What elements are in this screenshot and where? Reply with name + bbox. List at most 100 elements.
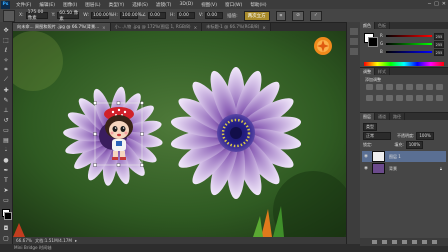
commit-transform-button[interactable]: ✓	[309, 10, 322, 21]
character-panel-icon[interactable]	[350, 48, 358, 55]
selective-color-icon[interactable]	[436, 95, 443, 101]
tab-untitled-doc[interactable]: 未标题-1 @ 66.7%(RGB/8) ×	[202, 23, 271, 31]
angle-field[interactable]: 0.00	[147, 12, 166, 19]
layer-kind-select[interactable]: 类型	[363, 122, 377, 131]
brightness-icon[interactable]	[366, 84, 373, 90]
close-tab-icon[interactable]: ×	[102, 25, 106, 30]
cancel-transform-button[interactable]: ⊘	[292, 10, 304, 21]
tab-color[interactable]: 颜色	[360, 22, 375, 29]
blur-tool-icon[interactable]: 💧︎	[2, 146, 10, 154]
tab-flower-doc[interactable]: 向未命... 周图和照片 .jpg @ 66.7%(背景... ×	[13, 23, 111, 31]
stamp-tool-icon[interactable]: ⊥	[2, 106, 10, 114]
mini-bridge-tab[interactable]: Mini Bridge 时间轴	[14, 245, 51, 251]
layer-style-icon[interactable]	[382, 240, 387, 244]
history-panel-icon[interactable]	[350, 28, 358, 35]
minimize-button[interactable]: ─	[428, 1, 431, 7]
exposure-icon[interactable]	[396, 84, 403, 90]
eraser-tool-icon[interactable]: ▭	[2, 126, 10, 134]
color-balance-icon[interactable]	[426, 84, 433, 90]
eye-icon[interactable]: ◉	[364, 154, 370, 159]
g-value[interactable]: 255	[434, 41, 444, 48]
color-spectrum[interactable]	[364, 62, 444, 66]
path-select-tool-icon[interactable]: ➤	[2, 186, 10, 194]
h-skew-field[interactable]: 0.00	[176, 12, 195, 19]
screen-mode-icon[interactable]: ▢	[2, 234, 10, 242]
bg-color-swatch[interactable]	[368, 37, 378, 47]
brush-tool-icon[interactable]: ✎	[2, 96, 10, 104]
quick-mask-icon[interactable]: ◘	[2, 224, 10, 232]
b-slider[interactable]	[386, 51, 432, 53]
layer-item-layer1[interactable]: ◉ 图层 1	[362, 151, 446, 162]
zoom-level[interactable]: 66.67%	[16, 238, 32, 243]
channel-mixer-icon[interactable]	[376, 95, 383, 101]
hue-saturation-icon[interactable]	[416, 84, 423, 90]
tab-character-doc[interactable]: 小...人物 .jpg @ 172%(图层 1, RGB/8) ×	[110, 23, 203, 31]
layer-item-background[interactable]: ◉ 背景 🔒︎	[362, 163, 446, 174]
background-color-swatch[interactable]	[4, 212, 12, 220]
eye-icon[interactable]: ◉	[364, 166, 370, 171]
tab-styles[interactable]: 样式	[375, 68, 390, 75]
add-mask-icon[interactable]	[392, 240, 397, 244]
h-field[interactable]: 100.00%	[119, 12, 142, 19]
pen-tool-icon[interactable]: ✒	[2, 166, 10, 174]
shape-tool-icon[interactable]: ▭	[2, 196, 10, 204]
gradient-tool-icon[interactable]: ▤	[2, 136, 10, 144]
tab-swatches[interactable]: 色板	[375, 22, 390, 29]
close-tab-icon[interactable]: ×	[262, 25, 266, 30]
color-lookup-icon[interactable]	[386, 95, 393, 101]
posterize-icon[interactable]	[406, 95, 413, 101]
delete-layer-icon[interactable]	[432, 240, 437, 244]
canvas-area[interactable]	[13, 31, 346, 237]
menu-window[interactable]: 窗口(W)	[225, 2, 242, 8]
r-value[interactable]: 255	[434, 33, 444, 40]
y-field[interactable]: 60.50 像素	[57, 11, 80, 22]
g-slider[interactable]	[386, 43, 432, 45]
history-brush-tool-icon[interactable]: ↺	[2, 116, 10, 124]
link-layers-icon[interactable]	[372, 240, 377, 244]
gradient-map-icon[interactable]	[426, 95, 433, 101]
blend-mode-select[interactable]: 正常	[363, 131, 391, 140]
marquee-tool-icon[interactable]: ⬚	[2, 36, 10, 44]
vibrance-icon[interactable]	[406, 84, 413, 90]
menu-image[interactable]: 图像(I)	[63, 2, 77, 8]
levels-icon[interactable]	[376, 84, 383, 90]
crop-tool-icon[interactable]: ⌗	[2, 66, 10, 74]
menu-select[interactable]: 选择(S)	[132, 2, 148, 8]
tab-channels[interactable]: 通道	[375, 113, 390, 120]
w-field[interactable]: 100.00%	[90, 12, 113, 19]
status-arrow-icon[interactable]: ▸	[75, 238, 77, 243]
menu-view[interactable]: 视图(V)	[201, 2, 217, 8]
curves-icon[interactable]	[386, 84, 393, 90]
new-layer-icon[interactable]	[422, 240, 427, 244]
maximize-button[interactable]: □	[434, 1, 439, 7]
threshold-icon[interactable]	[416, 95, 423, 101]
magic-wand-tool-icon[interactable]: ✧	[2, 56, 10, 64]
new-group-icon[interactable]	[412, 240, 417, 244]
healing-tool-icon[interactable]: ✚	[2, 86, 10, 94]
eyedropper-tool-icon[interactable]: ⟋	[2, 76, 10, 84]
move-tool-icon[interactable]: ✥	[2, 26, 10, 34]
transform-tool-icon[interactable]	[3, 9, 15, 22]
menu-3d[interactable]: 3D(D)	[179, 2, 193, 7]
r-slider[interactable]	[386, 35, 432, 37]
tab-layers[interactable]: 图层	[360, 113, 375, 120]
tab-adjustments[interactable]: 调整	[360, 68, 375, 75]
dodge-tool-icon[interactable]: ●	[2, 156, 10, 164]
new-adjustment-icon[interactable]	[402, 240, 407, 244]
opacity-field[interactable]: 100%	[416, 131, 434, 140]
b-value[interactable]: 255	[434, 49, 444, 56]
v-skew-field[interactable]: 0.00	[205, 12, 224, 19]
interpolation-select[interactable]: 两次立方	[243, 10, 270, 21]
x-field[interactable]: 175.00 像素	[25, 10, 48, 21]
menu-layer[interactable]: 图层(L)	[85, 2, 100, 8]
menu-filter[interactable]: 滤镜(T)	[156, 2, 172, 8]
lasso-tool-icon[interactable]: ℓ	[2, 46, 10, 54]
menu-help[interactable]: 帮助(H)	[250, 2, 266, 8]
menu-type[interactable]: 类型(Y)	[109, 2, 125, 8]
tab-paths[interactable]: 路径	[390, 113, 405, 120]
warp-button[interactable]: ⌗	[275, 10, 287, 21]
photo-filter-icon[interactable]	[366, 95, 373, 101]
close-button[interactable]: ✕	[442, 1, 446, 7]
fill-field[interactable]: 100%	[405, 140, 424, 149]
close-tab-icon[interactable]: ×	[194, 25, 198, 30]
